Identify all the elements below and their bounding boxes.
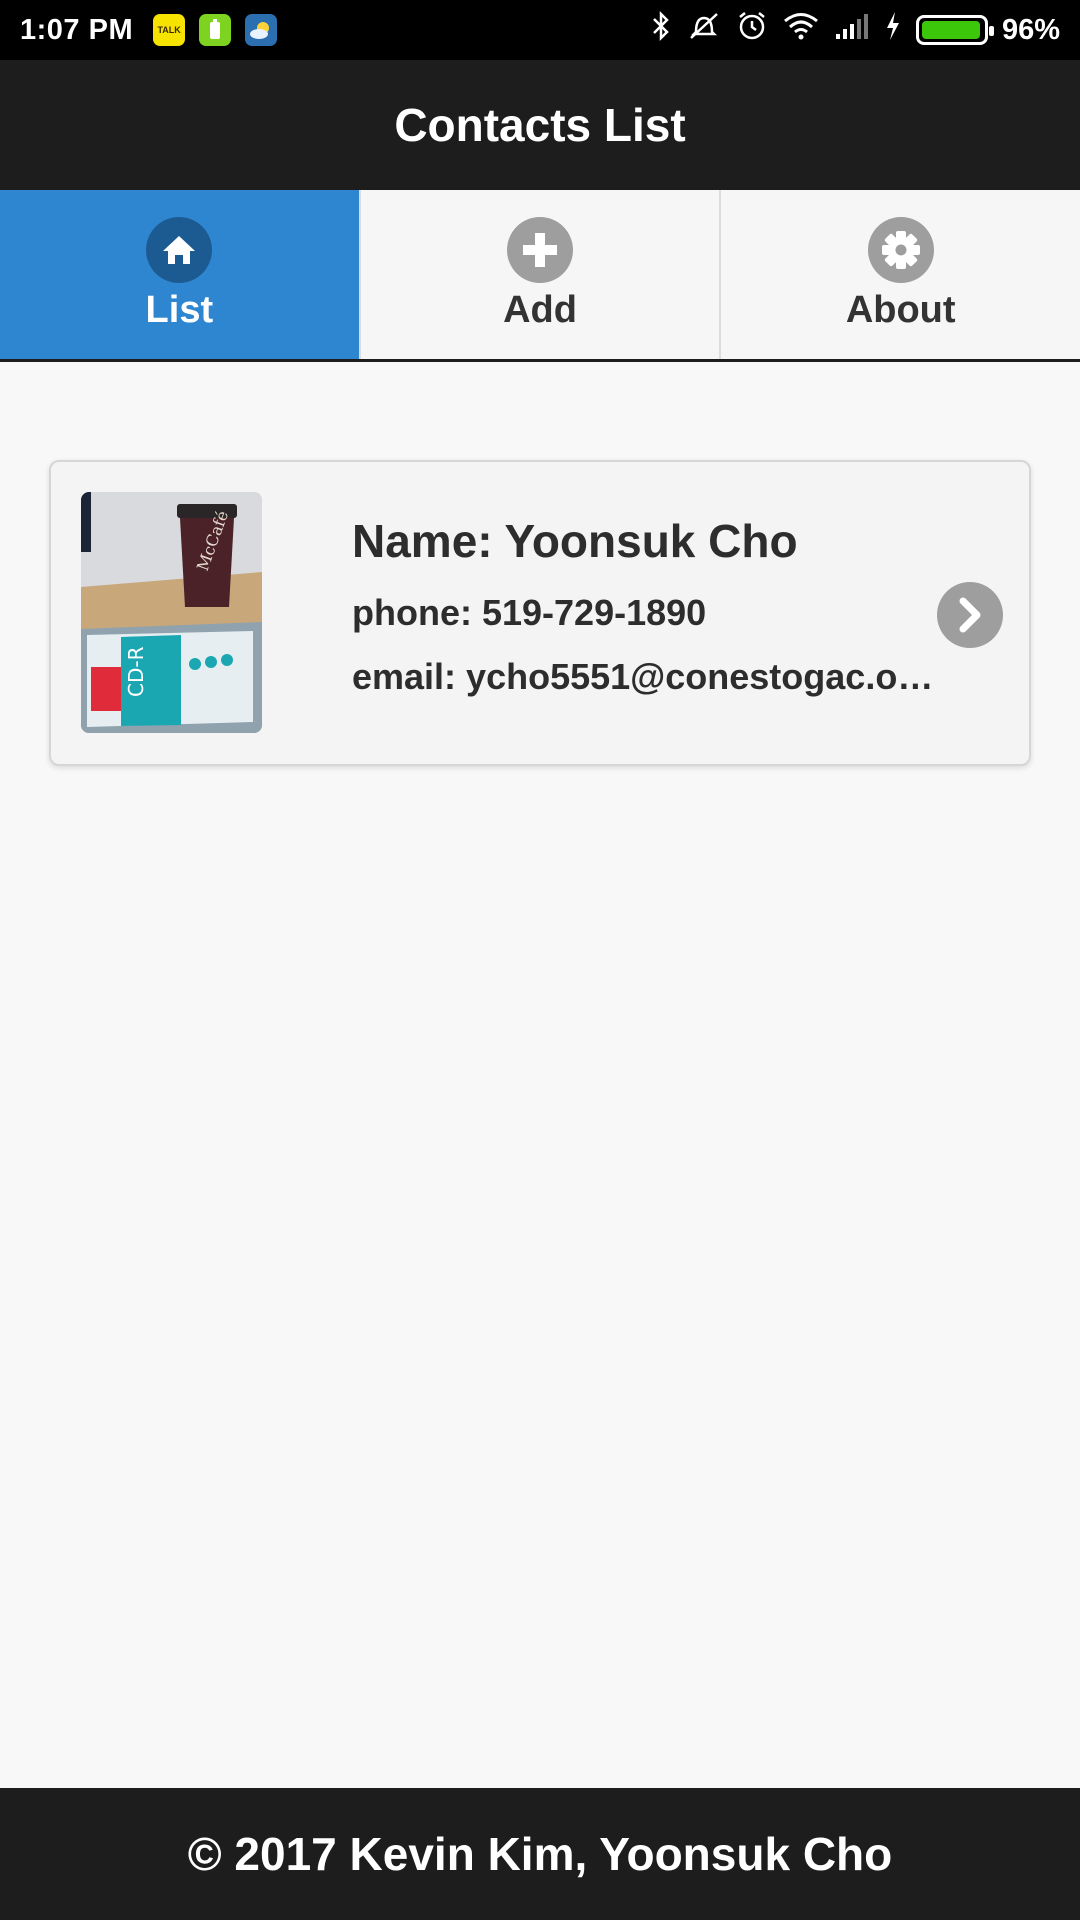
wifi-icon xyxy=(782,11,820,49)
footer: © 2017 Kevin Kim, Yoonsuk Cho xyxy=(0,1788,1080,1920)
tab-add[interactable]: Add xyxy=(358,190,720,359)
kakaotalk-app-icon: TALK xyxy=(153,14,186,46)
battery-percent: 96% xyxy=(1001,13,1060,46)
signal-icon xyxy=(834,12,870,48)
status-bar-right: 96% xyxy=(650,10,1060,50)
charging-icon xyxy=(884,11,902,49)
contact-phone: phone: 519-729-1890 xyxy=(352,592,707,633)
tab-add-label: Add xyxy=(503,289,577,331)
app-header: Contacts List xyxy=(0,60,1080,190)
tab-about-label: About xyxy=(845,289,956,331)
status-bar: 1:07 PM TALK 96% xyxy=(0,0,1080,60)
gear-icon xyxy=(867,217,934,283)
contact-info: Name: Yoonsuk Cho phone: 519-729-1890 em… xyxy=(352,514,942,720)
contact-email: email: ycho5551@conestogac.on.ca xyxy=(352,656,942,697)
status-time: 1:07 PM xyxy=(20,13,134,46)
svg-text:CD-R: CD-R xyxy=(124,646,148,697)
footer-copyright: © 2017 Kevin Kim, Yoonsuk Cho xyxy=(187,1828,893,1880)
home-icon xyxy=(146,217,213,283)
talk-badge-label: TALK xyxy=(157,25,181,35)
contact-photo: McCafé CD-R xyxy=(81,492,262,733)
battery-icon xyxy=(915,15,994,45)
tab-list[interactable]: List xyxy=(0,190,359,359)
alarm-icon xyxy=(736,10,768,50)
status-bar-left: 1:07 PM TALK xyxy=(20,13,278,47)
page-title: Contacts List xyxy=(394,99,686,151)
contact-card[interactable]: McCafé CD-R Name: Yoonsuk Cho phone: 519… xyxy=(49,460,1031,766)
tab-about[interactable]: About xyxy=(719,190,1080,359)
tab-bar: List Add About xyxy=(0,190,1080,362)
weather-app-icon xyxy=(245,14,278,46)
battery-app-icon xyxy=(199,14,232,46)
battery-fill xyxy=(921,21,980,39)
vibrate-icon xyxy=(686,10,722,50)
plus-icon xyxy=(507,217,573,283)
contact-name: Name: Yoonsuk Cho xyxy=(352,515,798,567)
tab-list-label: List xyxy=(145,289,214,331)
bluetooth-icon xyxy=(650,10,672,50)
contacts-list: McCafé CD-R Name: Yoonsuk Cho phone: 519… xyxy=(0,362,1080,1788)
chevron-right-icon[interactable] xyxy=(937,582,1003,648)
